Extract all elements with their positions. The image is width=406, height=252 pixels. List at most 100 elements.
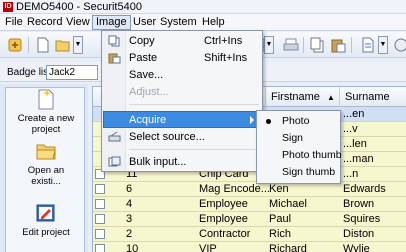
- view-dropdown-arrow-icon[interactable]: ▼: [264, 36, 274, 54]
- menu-help[interactable]: Help: [198, 15, 229, 30]
- task-edit-project-label: Edit project: [22, 227, 70, 238]
- sort-ascending-icon: ▲: [326, 93, 335, 102]
- print-icon[interactable]: [283, 37, 299, 53]
- cell-firstname: Michael: [269, 198, 307, 210]
- cell-firstname: Richard: [269, 243, 307, 252]
- menu-system[interactable]: System: [156, 15, 201, 30]
- table-row[interactable]: 2 Contractor Rich Diston: [93, 227, 406, 242]
- copy-icon[interactable]: [309, 37, 325, 53]
- menu-item-save[interactable]: Save...: [103, 67, 261, 83]
- submenu-item-sign[interactable]: Sign: [258, 130, 339, 147]
- menu-record[interactable]: Record: [23, 15, 66, 30]
- row-checkbox[interactable]: [95, 214, 105, 224]
- menu-separator: [129, 104, 259, 105]
- menu-item-bulk-input[interactable]: Bulk input...: [103, 154, 261, 170]
- submenu-item-photo-thumb-label: Photo thumb: [282, 149, 342, 161]
- properties-dropdown-arrow-icon[interactable]: ▼: [378, 36, 388, 54]
- menu-item-bulk-input-label: Bulk input...: [129, 156, 187, 168]
- table-row[interactable]: 10 VIP Richard Wylie: [93, 242, 406, 252]
- table-row[interactable]: 3 Employee Paul Squires: [93, 212, 406, 227]
- row-checkbox[interactable]: [95, 244, 105, 252]
- menu-separator: [129, 149, 259, 150]
- menu-item-select-source-label: Select source...: [129, 131, 205, 143]
- cell-type: VIP: [199, 243, 217, 252]
- menu-item-acquire-label: Acquire: [129, 114, 167, 126]
- task-panel-inner: Create a new project Open an existi... E…: [5, 87, 85, 252]
- menu-item-acquire[interactable]: Acquire: [103, 111, 261, 128]
- scanner-icon: [108, 131, 121, 142]
- cell-surname: ...man: [343, 153, 374, 165]
- grid-header-firstname-label: Firstname: [271, 91, 320, 103]
- paste-icon[interactable]: [330, 37, 346, 53]
- task-panel: Create a new project Open an existi... E…: [0, 84, 88, 252]
- row-checkbox[interactable]: [95, 199, 105, 209]
- menu-item-paste[interactable]: Paste Shift+Ins: [103, 50, 261, 66]
- cell-firstname: Ken: [269, 183, 289, 195]
- menu-item-copy-shortcut: Ctrl+Ins: [204, 35, 243, 47]
- toolbar-separator: [351, 37, 352, 53]
- grid-header-firstname[interactable]: Firstname ▲: [266, 87, 340, 107]
- app-window: ID DEMO5400 - Securit5400 File Record Vi…: [0, 0, 406, 252]
- menu-item-copy[interactable]: Copy Ctrl+Ins: [103, 33, 261, 49]
- menu-image[interactable]: Image: [92, 15, 131, 30]
- table-row[interactable]: 6 Mag Encode... Ken Edwards: [93, 182, 406, 197]
- task-edit-project[interactable]: Edit project: [6, 202, 86, 238]
- cell-surname: Squires: [343, 213, 381, 225]
- toolbar-separator: [303, 37, 304, 53]
- grid-header-surname-label: Surname: [345, 91, 390, 103]
- acquire-submenu: Photo Sign Photo thumb Sign thumb: [256, 110, 342, 184]
- document-properties-icon[interactable]: [360, 37, 376, 53]
- cell-surname: Edwards: [343, 183, 386, 195]
- cell-id: 6: [126, 183, 133, 195]
- cell-surname: ...len: [343, 138, 367, 150]
- table-row[interactable]: 4 Employee Michael Brown: [93, 197, 406, 212]
- task-open-project[interactable]: Open an existi...: [6, 140, 86, 187]
- new-project-icon: [38, 89, 54, 110]
- submenu-item-photo-label: Photo: [282, 115, 310, 127]
- menu-item-copy-label: Copy: [129, 35, 155, 47]
- image-menu-dropdown: Copy Ctrl+Ins Paste Shift+Ins Save... Ad…: [101, 30, 263, 172]
- menu-item-adjust-label: Adjust...: [129, 86, 169, 98]
- task-open-project-label: Open an existi...: [27, 165, 65, 187]
- menu-view[interactable]: View: [62, 15, 94, 30]
- checked-radio-icon: [266, 119, 271, 124]
- menu-item-select-source[interactable]: Select source...: [103, 129, 261, 145]
- open-project-folder-icon: [36, 144, 56, 160]
- row-checkbox[interactable]: [95, 184, 105, 194]
- cell-type: Employee: [199, 213, 248, 225]
- cell-id: 10: [126, 243, 139, 252]
- stop-icon[interactable]: [393, 37, 406, 53]
- submenu-item-sign-thumb[interactable]: Sign thumb: [258, 164, 339, 181]
- cell-surname: ...v: [343, 123, 358, 135]
- open-folder-icon[interactable]: [55, 37, 71, 53]
- cell-surname: ...en: [343, 108, 365, 120]
- submenu-item-sign-label: Sign: [282, 132, 304, 144]
- badge-list-select[interactable]: Jack2: [46, 65, 98, 80]
- app-logo-icon: ID: [3, 2, 13, 12]
- menu-item-adjust: Adjust...: [103, 84, 261, 100]
- cell-type: Mag Encode...: [199, 183, 270, 195]
- cell-surname: ...n: [343, 168, 359, 180]
- paste-icon: [108, 53, 121, 64]
- submenu-item-photo-thumb[interactable]: Photo thumb: [258, 147, 342, 164]
- menu-item-paste-shortcut: Shift+Ins: [204, 52, 248, 64]
- copy-icon: [108, 35, 120, 47]
- submenu-arrow-icon: [250, 116, 254, 124]
- cell-id: 3: [126, 213, 133, 225]
- row-checkbox[interactable]: [95, 229, 105, 239]
- cell-surname: Brown: [343, 198, 375, 210]
- edit-project-icon: [36, 204, 55, 222]
- open-dropdown-arrow-icon[interactable]: ▼: [73, 36, 83, 54]
- task-create-project-label: Create a new project: [17, 113, 75, 135]
- menu-item-save-label: Save...: [129, 69, 164, 81]
- task-create-project[interactable]: Create a new project: [6, 88, 86, 135]
- submenu-item-photo[interactable]: Photo: [258, 113, 339, 130]
- bulk-input-icon: [108, 156, 121, 167]
- cell-id: 2: [126, 228, 133, 240]
- cell-surname: Diston: [343, 228, 375, 240]
- cell-id: 4: [126, 198, 133, 210]
- grid-header-surname[interactable]: Surname: [340, 87, 406, 107]
- new-record-icon[interactable]: [7, 37, 23, 53]
- cell-type: Contractor: [199, 228, 251, 240]
- new-document-icon[interactable]: [35, 37, 51, 53]
